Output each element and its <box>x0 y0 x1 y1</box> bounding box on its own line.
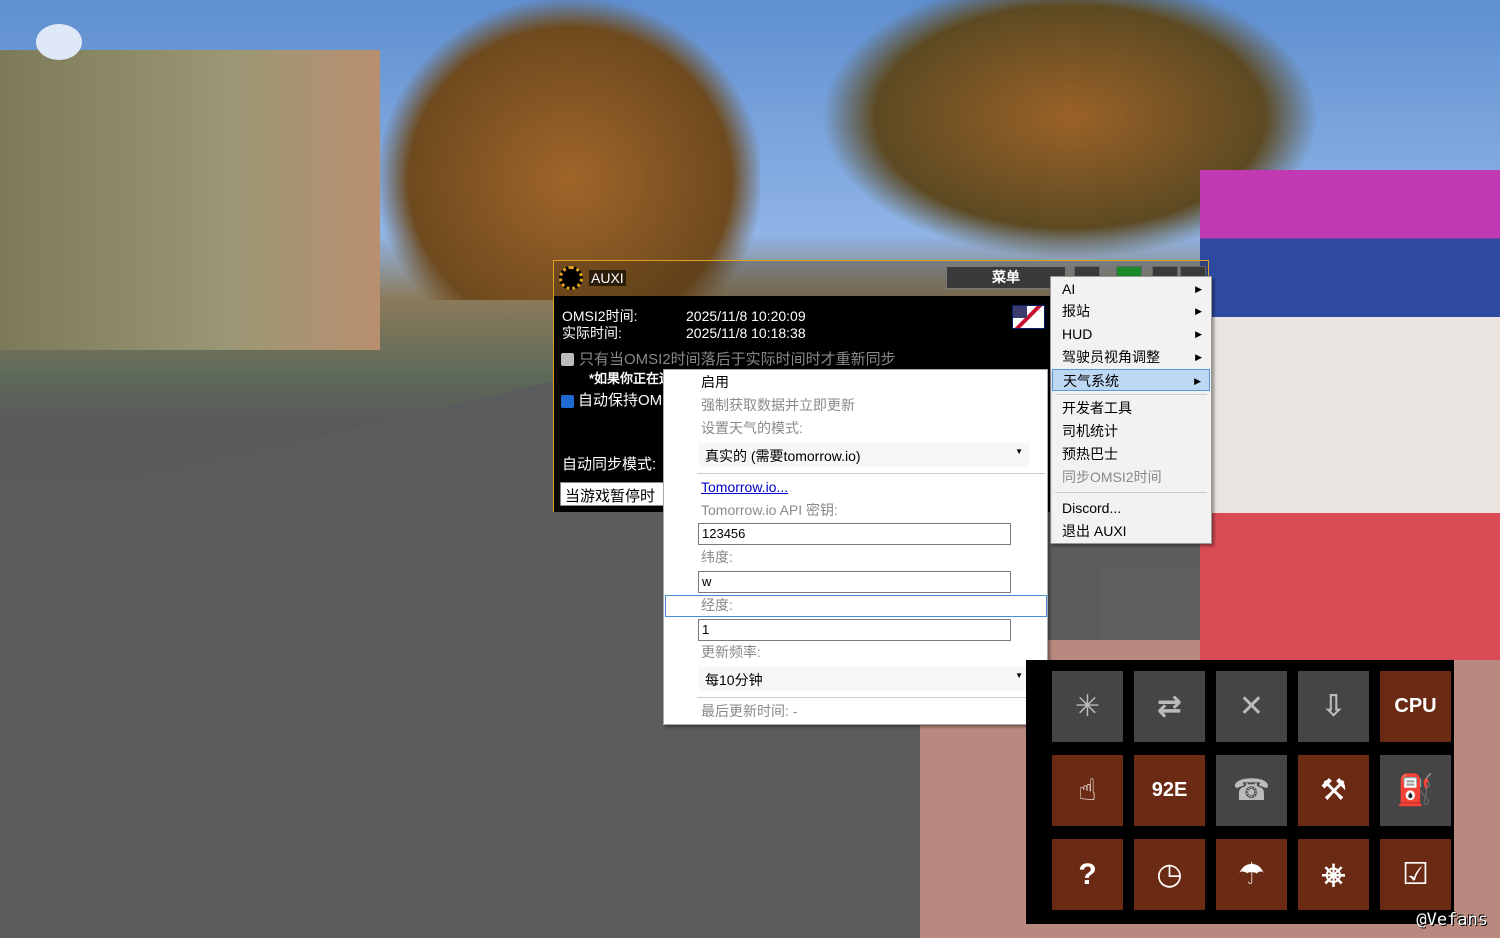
bus-remove-icon[interactable]: ✕ <box>1216 671 1287 742</box>
dropdown-value: 每10分钟 <box>705 672 763 688</box>
scene-trees <box>380 0 760 300</box>
bus-cpu-icon[interactable]: CPU <box>1380 671 1451 742</box>
only-when-behind-label: 只有当OMSI2时间落后于实际时间时才重新同步 <box>579 351 896 368</box>
menu-item-ai[interactable]: AI ▶ <box>1052 278 1210 300</box>
weather-icon[interactable]: ☂ <box>1216 839 1287 910</box>
language-flag-icon[interactable] <box>1012 305 1045 329</box>
gear-logo-icon <box>559 266 583 290</box>
dropdown-caret-icon: ▼ <box>1015 671 1023 680</box>
menu-item-dev-tools[interactable]: 开发者工具 <box>1052 397 1210 419</box>
enable-item[interactable]: 启用 <box>701 372 729 392</box>
menu-item-driver-view[interactable]: 驾驶员视角调整 ▶ <box>1052 346 1210 368</box>
bus-swap-icon[interactable]: ⇄ <box>1134 671 1205 742</box>
omsi-time-value: 2025/11/8 10:20:09 <box>686 308 806 324</box>
driver-checklist-icon[interactable]: ☑ <box>1380 839 1451 910</box>
auto-keep-checkbox[interactable] <box>561 395 574 408</box>
api-key-input[interactable]: 123456 <box>698 523 1011 545</box>
sync-mode-label: 自动同步模式: <box>562 456 657 473</box>
help-arrow-icon[interactable]: ? <box>1052 839 1123 910</box>
menu-item-discord[interactable]: Discord... <box>1052 497 1210 519</box>
window-title: AUXI <box>589 270 626 286</box>
bus-snow-icon[interactable]: ✳ <box>1052 671 1123 742</box>
destination-sign-icon[interactable]: 92E <box>1134 755 1205 826</box>
menu-item-driver-stats[interactable]: 司机统计 <box>1052 420 1210 442</box>
timetable-icon[interactable]: ☝ <box>1052 755 1123 826</box>
separator <box>697 697 1045 698</box>
menu-separator <box>1055 492 1207 493</box>
last-update-text: 最后更新时间: - <box>701 703 798 719</box>
submenu-arrow-icon: ▶ <box>1195 284 1202 294</box>
longitude-label: 经度: <box>701 597 733 613</box>
longitude-input[interactable]: 1 <box>698 619 1011 641</box>
fuel-icon[interactable]: ⛽ <box>1380 755 1451 826</box>
api-key-label: Tomorrow.io API 密钥: <box>701 502 838 518</box>
frequency-label: 更新频率: <box>701 644 761 660</box>
dropdown-value: 真实的 (需要tomorrow.io) <box>705 448 861 464</box>
weather-mode-dropdown[interactable]: 真实的 (需要tomorrow.io) ▼ <box>699 443 1029 467</box>
mode-label: 设置天气的模式: <box>701 420 803 436</box>
note-text: *如果你正在运 <box>589 371 673 386</box>
menu-item-weather[interactable]: 天气系统 ▶ <box>1052 369 1210 391</box>
menu-item-label: 报站 <box>1062 303 1090 319</box>
controls-icon[interactable]: ⎈ <box>1298 839 1369 910</box>
tomorrow-io-link[interactable]: Tomorrow.io... <box>701 477 788 497</box>
menu-item-label: 驾驶员视角调整 <box>1062 349 1160 365</box>
sync-mode-select[interactable]: 当游戏暂停时 <box>560 482 664 506</box>
menu-separator <box>1055 394 1207 395</box>
menu-item-exit[interactable]: 退出 AUXI <box>1052 520 1210 542</box>
police-call-icon[interactable]: ☎ <box>1216 755 1287 826</box>
only-when-behind-checkbox[interactable] <box>561 353 574 366</box>
scene-buildings <box>0 50 380 350</box>
menu-item-label: HUD <box>1062 326 1093 342</box>
scene-moon <box>36 24 82 60</box>
main-menu: AI ▶ 报站 ▶ HUD ▶ 驾驶员视角调整 ▶ 天气系统 ▶ 开发者工具 司机统计 预… <box>1050 276 1212 544</box>
watermark: @Vefans <box>1416 910 1488 930</box>
menu-button[interactable]: 菜单 <box>946 266 1066 289</box>
tools-icon[interactable]: ⚒ <box>1298 755 1369 826</box>
clock-icon[interactable]: ◷ <box>1134 839 1205 910</box>
submenu-arrow-icon: ▶ <box>1194 376 1201 386</box>
submenu-arrow-icon: ▶ <box>1195 306 1202 316</box>
submenu-arrow-icon: ▶ <box>1195 329 1202 339</box>
weather-submenu: 启用 强制获取数据并立即更新 设置天气的模式: 真实的 (需要tomorrow.… <box>663 369 1048 725</box>
menu-item-announcements[interactable]: 报站 ▶ <box>1052 300 1210 322</box>
scene-bus-shelter <box>1200 170 1500 660</box>
latitude-label: 纬度: <box>701 549 733 565</box>
frequency-dropdown[interactable]: 每10分钟 ▼ <box>699 667 1029 691</box>
submenu-arrow-icon: ▶ <box>1195 352 1202 362</box>
real-time-label: 实际时间: <box>562 325 622 341</box>
menu-item-sync-time[interactable]: 同步OMSI2时间 <box>1052 466 1210 488</box>
auto-keep-label: 自动保持OMS <box>578 392 673 409</box>
menu-item-label: 天气系统 <box>1063 373 1119 389</box>
menu-item-preheat-bus[interactable]: 预热巴士 <box>1052 443 1210 465</box>
separator <box>697 473 1045 474</box>
menu-item-hud[interactable]: HUD ▶ <box>1052 323 1210 345</box>
real-time-value: 2025/11/8 10:18:38 <box>686 325 806 341</box>
bus-despawn-icon[interactable]: ⇩ <box>1298 671 1369 742</box>
dropdown-caret-icon: ▼ <box>1015 447 1023 456</box>
menu-item-label: AI <box>1062 281 1076 297</box>
force-fetch-item[interactable]: 强制获取数据并立即更新 <box>701 395 855 415</box>
omsi-time-label: OMSI2时间: <box>562 308 638 324</box>
tool-icon-grid: ✳ ⇄ ✕ ⇩ CPU ☝ 92E ☎ ⚒ ⛽? ◷ ☂ ⎈ ☑ <box>1026 660 1454 924</box>
latitude-input[interactable]: w <box>698 571 1011 593</box>
